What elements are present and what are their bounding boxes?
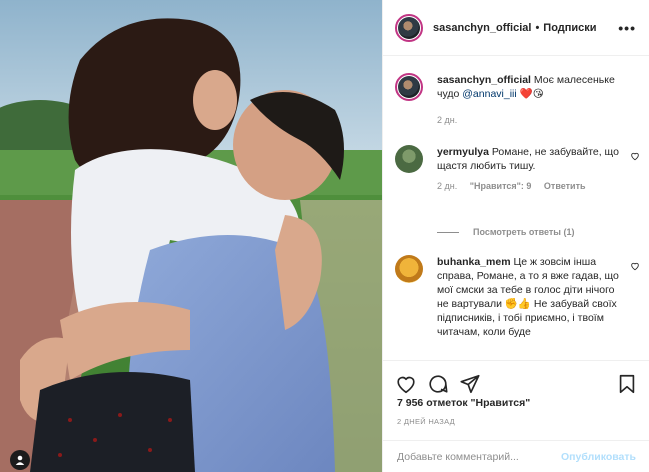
comment-like-icon[interactable]	[630, 261, 640, 271]
comment-item: buhanka_mem Це ж зовсім інша справа, Ром…	[395, 255, 640, 339]
likes-count[interactable]: 7 956 отметок "Нравится"	[397, 397, 530, 409]
comment-avatar[interactable]	[395, 145, 423, 173]
post-side-panel: sasanchyn_official • Подписки ••• sasanc…	[382, 0, 649, 472]
author-username[interactable]: sasanchyn_official	[433, 22, 531, 34]
comments-list[interactable]: sasanchyn_official Моє малесеньке чудо @…	[383, 57, 649, 357]
more-options-icon[interactable]: •••	[618, 20, 636, 36]
share-icon[interactable]	[459, 373, 481, 395]
comment-text: Це ж зовсім інша справа, Романе, а то я …	[437, 256, 619, 338]
comment-composer: Опубликовать	[383, 440, 649, 472]
post-photo[interactable]	[0, 0, 382, 472]
caption-username[interactable]: sasanchyn_official	[437, 74, 531, 86]
post-comment-button[interactable]: Опубликовать	[561, 451, 636, 463]
comment-avatar[interactable]	[395, 255, 423, 283]
caption-item: sasanchyn_official Моє малесеньке чудо @…	[395, 73, 640, 125]
replies-divider	[437, 231, 459, 233]
view-replies-label[interactable]: Посмотреть ответы (1)	[473, 227, 574, 237]
caption-mention[interactable]: @annavi_iii	[462, 88, 516, 100]
caption-time[interactable]: 2 дн.	[437, 115, 457, 125]
view-replies[interactable]: Посмотреть ответы (1)	[437, 227, 574, 237]
reply-button[interactable]: Ответить	[544, 181, 586, 191]
post-date[interactable]: 2 ДНЕЙ НАЗАД	[397, 417, 455, 426]
comment-username[interactable]: yermyulya	[437, 146, 489, 158]
caption-emoji: ❤️😘	[519, 88, 544, 100]
comment-item: yermyulya Романе, не забувайте, що щастя…	[395, 145, 640, 191]
following-button[interactable]: Подписки	[543, 22, 596, 34]
like-icon[interactable]	[395, 373, 417, 395]
comment-likes[interactable]: "Нравится": 9	[470, 181, 532, 191]
post-header: sasanchyn_official • Подписки •••	[383, 0, 649, 56]
comment-time[interactable]: 2 дн.	[437, 181, 457, 191]
comment-like-icon[interactable]	[630, 151, 640, 161]
caption-avatar[interactable]	[395, 73, 423, 101]
author-avatar[interactable]	[395, 13, 423, 42]
post-image	[0, 0, 382, 472]
header-separator: •	[535, 21, 540, 34]
user-tag-icon[interactable]	[10, 450, 30, 470]
bookmark-icon[interactable]	[616, 373, 638, 395]
comment-icon[interactable]	[427, 373, 449, 395]
comment-username[interactable]: buhanka_mem	[437, 256, 511, 268]
comment-input[interactable]	[397, 450, 562, 463]
